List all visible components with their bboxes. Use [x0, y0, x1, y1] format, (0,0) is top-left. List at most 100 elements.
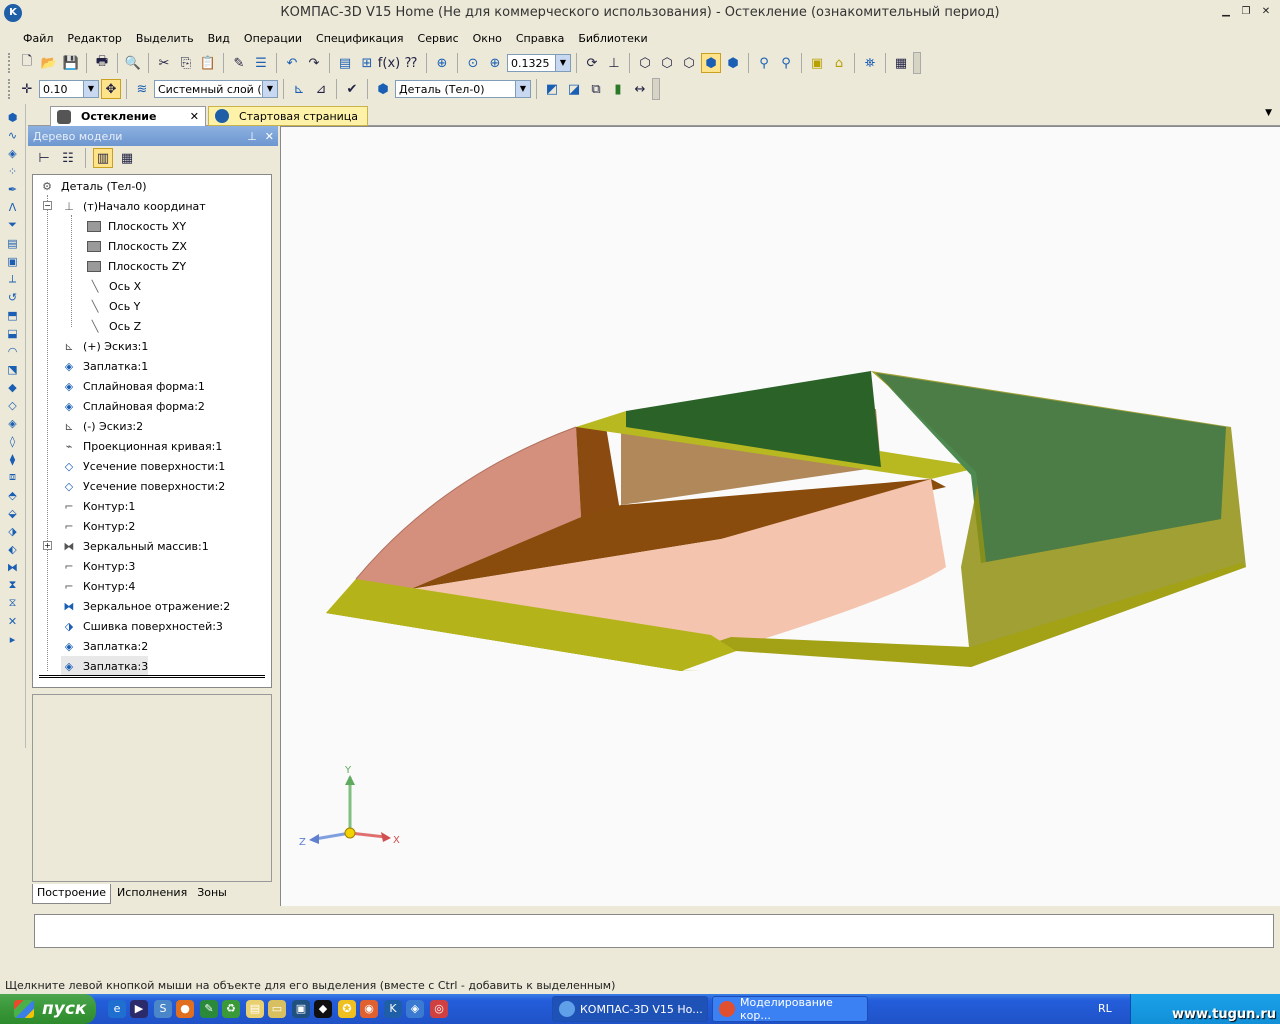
patch-icon[interactable]: ◇	[3, 397, 23, 414]
menu-select[interactable]: Выделить	[129, 32, 201, 45]
copy-icon[interactable]: ⎘	[176, 53, 196, 73]
equidistant-icon[interactable]: ⧈	[3, 469, 23, 486]
extrude-icon[interactable]: ⬒	[3, 307, 23, 324]
properties-icon[interactable]: ✎	[229, 53, 249, 73]
tree-filter-icon[interactable]: ▦	[117, 148, 137, 168]
surface-icon[interactable]: ◈	[3, 145, 23, 162]
tree-item-plane-zy[interactable]: Плоскость ZY	[87, 256, 186, 276]
tree-item-mirror-2[interactable]: ⧓ Зеркальное отражение:2	[61, 596, 231, 616]
media-icon[interactable]: ▶	[130, 1000, 148, 1018]
confirm-icon[interactable]: ✔	[342, 79, 362, 99]
variables-icon[interactable]: ⊞	[357, 53, 377, 73]
save-icon[interactable]: 💾	[61, 53, 81, 73]
recycle-icon[interactable]: ♻	[222, 1000, 240, 1018]
toolbar-grip[interactable]	[8, 53, 12, 73]
shaded-edges-icon[interactable]: ⬢	[723, 53, 743, 73]
step-icon[interactable]: ✛	[17, 79, 37, 99]
menu-view[interactable]: Вид	[201, 32, 237, 45]
calculator-icon[interactable]: ▦	[891, 53, 911, 73]
tree-item-plane-zx[interactable]: Плоскость ZX	[87, 236, 187, 256]
tree-item-origin[interactable]: ⊥ (т)Начало координат	[61, 196, 205, 216]
firefox-icon[interactable]: ●	[176, 1000, 194, 1018]
undo-icon[interactable]: ↶	[282, 53, 302, 73]
menu-operations[interactable]: Операции	[237, 32, 309, 45]
tree-item-contour-4[interactable]: ⌐ Контур:4	[61, 576, 135, 596]
inkscape-icon[interactable]: ◆	[314, 1000, 332, 1018]
toolbar-end[interactable]	[913, 52, 921, 74]
mirror-icon[interactable]: ⧓	[3, 559, 23, 576]
points-icon[interactable]: ⁘	[3, 163, 23, 180]
step-combo[interactable]: 0.10 ▼	[39, 80, 99, 98]
selection-icon[interactable]: ⚲	[776, 53, 796, 73]
app-icon[interactable]: ▣	[292, 1000, 310, 1018]
tree-end-marker[interactable]	[39, 675, 265, 678]
task-chrome[interactable]: Моделирование кор...	[712, 996, 868, 1022]
task-kompas[interactable]: КОМПАС-3D V15 Ho...	[552, 996, 708, 1022]
zoom-fit-icon[interactable]: ⊙	[463, 53, 483, 73]
thin-lines-icon[interactable]: ⬡	[679, 53, 699, 73]
chevron-down-icon[interactable]: ▼	[1265, 108, 1272, 118]
model-viewport[interactable]: Y X Z	[280, 126, 1280, 906]
curve-icon[interactable]: ∿	[3, 127, 23, 144]
tree-item-spline-1[interactable]: ◈ Сплайновая форма:1	[61, 376, 205, 396]
function-icon[interactable]: f(x)	[378, 53, 400, 73]
hidden-lines-icon[interactable]: ⬡	[657, 53, 677, 73]
pen-icon[interactable]: ✒	[3, 181, 23, 198]
kompas-quick-icon[interactable]: K	[384, 1000, 402, 1018]
start-button[interactable]: пуск	[0, 994, 96, 1024]
tree-item-trim-1[interactable]: ◇ Усечение поверхности:1	[61, 456, 226, 476]
chevron-down-icon[interactable]: ▼	[515, 81, 530, 97]
zoom-in-icon[interactable]: ⊕	[485, 53, 505, 73]
snap-icon[interactable]: ✥	[101, 79, 121, 99]
color-icon[interactable]: ◪	[564, 79, 584, 99]
zoom-window-icon[interactable]: ⊕	[432, 53, 452, 73]
shaded-icon[interactable]: ⬢	[701, 53, 721, 73]
body-icon[interactable]: ⬢	[373, 79, 393, 99]
ie-icon[interactable]: e	[108, 1000, 126, 1018]
tab-start-page[interactable]: Стартовая страница	[208, 106, 368, 126]
tree-item-plane-xy[interactable]: Плоскость XY	[87, 216, 186, 236]
print-icon[interactable]: 🖶	[92, 53, 112, 73]
restore-icon[interactable]: ❐	[1238, 5, 1254, 19]
tree-item-sketch-1[interactable]: ⊾ (+) Эскиз:1	[61, 336, 148, 356]
wireframe-icon[interactable]: ⬡	[635, 53, 655, 73]
lambda-icon[interactable]: Λ	[3, 199, 23, 216]
layer-combo[interactable]: Системный слой (0) ▼	[154, 80, 278, 98]
tree-item-contour-2[interactable]: ⌐ Контур:2	[61, 516, 135, 536]
local-cs-icon[interactable]: ⊾	[289, 79, 309, 99]
chevron-down-icon[interactable]: ▼	[555, 55, 570, 71]
folder-icon[interactable]: ▭	[268, 1000, 286, 1018]
rotate-icon[interactable]: ⟳	[582, 53, 602, 73]
minimize-icon[interactable]: ▁	[1218, 5, 1234, 19]
tab-zones[interactable]: Зоны	[193, 884, 231, 904]
layer-icon[interactable]: ≋	[132, 79, 152, 99]
extend-icon[interactable]: ⬙	[3, 505, 23, 522]
orientation-set-icon[interactable]: ⊿	[311, 79, 331, 99]
open-icon[interactable]: 📂	[39, 53, 59, 73]
tab-executions[interactable]: Исполнения	[113, 884, 191, 904]
menu-file[interactable]: Файл	[16, 32, 60, 45]
tree-item-patch-1[interactable]: ◈ Заплатка:1	[61, 356, 149, 376]
tree-item-patch-2[interactable]: ◈ Заплатка:2	[61, 636, 149, 656]
menu-service[interactable]: Сервис	[411, 32, 466, 45]
join-icon[interactable]: ⧖	[3, 595, 23, 612]
tree-item-patch-3[interactable]: ◈ Заплатка:3	[61, 656, 149, 676]
section-icon[interactable]: ◩	[542, 79, 562, 99]
chevron-down-icon[interactable]: ▼	[262, 81, 277, 97]
toolbar-end[interactable]	[652, 78, 660, 100]
notes-icon[interactable]: ▤	[246, 1000, 264, 1018]
frame-icon[interactable]: ▣	[3, 253, 23, 270]
tree-view-icon[interactable]: ☷	[58, 148, 78, 168]
orientation-icon[interactable]: ⊥	[604, 53, 624, 73]
spline-surface-icon[interactable]: ◈	[3, 415, 23, 432]
chrome-icon[interactable]: ◎	[430, 1000, 448, 1018]
ruled-icon[interactable]: ◊	[3, 433, 23, 450]
kinematic-icon[interactable]: ⬔	[3, 361, 23, 378]
redo-icon[interactable]: ↷	[304, 53, 324, 73]
tree-item-projection-curve[interactable]: ⌁ Проекционная кривая:1	[61, 436, 223, 456]
pin-icon[interactable]: ⊥	[247, 130, 257, 143]
tree-item-mirror-array[interactable]: ⧓ Зеркальный массив:1	[61, 536, 209, 556]
manager-icon[interactable]: ▤	[335, 53, 355, 73]
preview-icon[interactable]: 🔍	[123, 53, 143, 73]
menu-window[interactable]: Окно	[466, 32, 509, 45]
